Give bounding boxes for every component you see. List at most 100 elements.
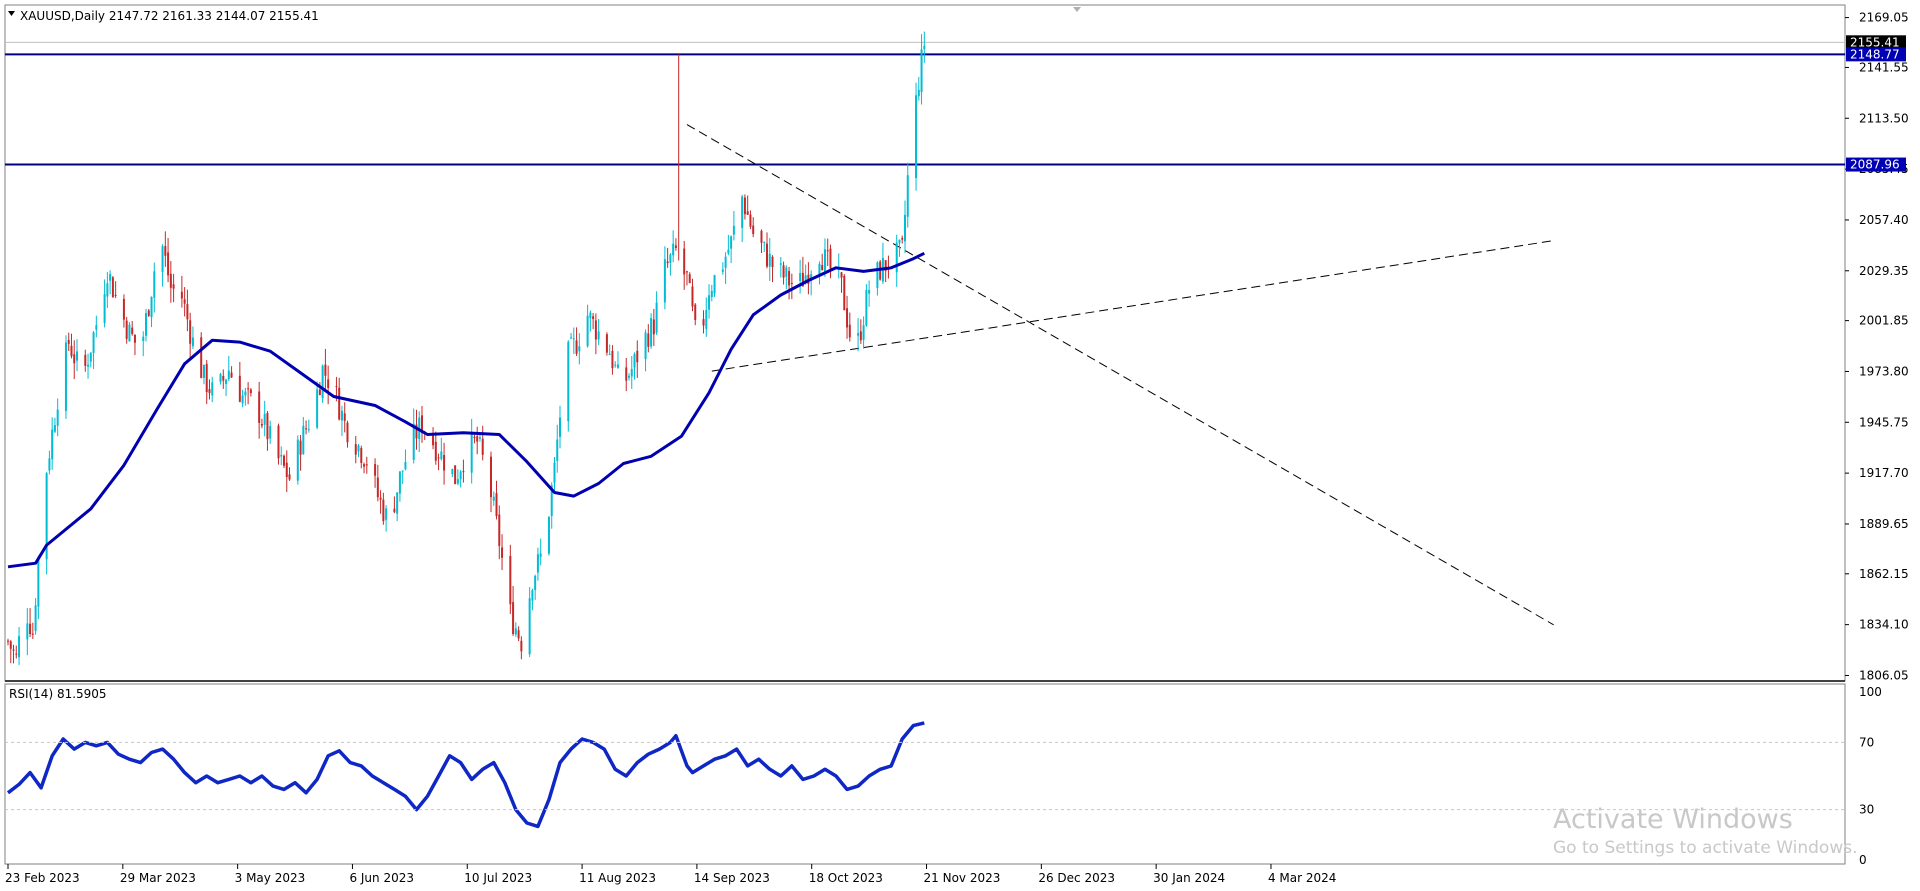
candle-body — [898, 239, 901, 243]
chart-background — [0, 0, 1920, 887]
candle-body — [572, 338, 575, 340]
candle-body — [476, 436, 479, 442]
candle-body — [501, 547, 504, 558]
candle-body — [95, 325, 98, 330]
candle-body — [567, 341, 570, 422]
candle-body — [547, 517, 550, 554]
candle-body — [917, 89, 920, 97]
candle-body — [570, 337, 573, 339]
candle-body — [122, 298, 125, 320]
price-badge-label: 2087.96 — [1850, 158, 1900, 172]
candle-body — [636, 350, 639, 363]
candle-body — [288, 474, 291, 480]
symbol-header: XAUUSD,Daily 2147.72 2161.33 2144.07 215… — [20, 9, 319, 23]
candle-body — [133, 334, 136, 343]
candle-body — [316, 389, 319, 428]
candle-body — [843, 275, 846, 311]
candle-body — [266, 413, 269, 440]
candle-body — [111, 277, 114, 298]
candle-body — [741, 196, 744, 228]
price-tick-label: 1917.70 — [1859, 466, 1909, 480]
candle-body — [340, 410, 343, 421]
candle-body — [685, 271, 688, 273]
candle-body — [125, 320, 128, 339]
candle-body — [614, 364, 617, 366]
candle-body — [790, 283, 793, 285]
candle-body — [528, 598, 531, 655]
candle-body — [763, 241, 766, 243]
candle-body — [34, 605, 37, 631]
candle-body — [594, 320, 597, 340]
candle-body — [103, 294, 106, 324]
candle-body — [611, 350, 614, 369]
date-tick-label: 21 Nov 2023 — [924, 871, 1001, 885]
candle-body — [492, 496, 495, 501]
candle-body — [498, 514, 501, 546]
date-tick-label: 29 Mar 2023 — [120, 871, 196, 885]
candle-body — [244, 391, 247, 396]
candle-body — [318, 389, 321, 396]
candle-body — [490, 456, 492, 498]
candle-body — [906, 175, 909, 217]
candle-body — [305, 428, 308, 430]
candle-body — [142, 336, 145, 341]
candle-body — [167, 252, 170, 276]
candle-body — [633, 353, 636, 368]
candle-body — [64, 342, 67, 411]
candle-body — [451, 469, 454, 475]
candle-body — [821, 265, 824, 271]
price-tick-label: 2113.50 — [1859, 111, 1909, 125]
candle-body — [200, 337, 203, 378]
candle-body — [799, 273, 802, 282]
price-badge-label: 2148.77 — [1850, 47, 1900, 61]
candle-body — [299, 440, 302, 455]
candle-body — [89, 352, 92, 362]
candle-body — [630, 368, 633, 377]
rsi-tick-label: 100 — [1859, 685, 1882, 699]
candle-body — [771, 256, 774, 268]
candle-body — [705, 309, 708, 329]
candle-body — [186, 304, 189, 320]
date-tick-label: 4 Mar 2024 — [1268, 871, 1336, 885]
candle-body — [374, 464, 377, 476]
candle-body — [363, 464, 366, 467]
candle-body — [327, 379, 330, 388]
chart-window[interactable]: 2169.052141.552113.502085.452057.402029.… — [0, 0, 1920, 887]
candle-body — [904, 214, 906, 242]
candle-body — [605, 334, 608, 353]
candle-body — [354, 444, 357, 455]
price-tick-label: 1973.80 — [1859, 364, 1909, 378]
candle-body — [663, 259, 666, 303]
candle-body — [338, 387, 341, 420]
candle-body — [48, 458, 51, 471]
candle-body — [230, 372, 233, 378]
candle-body — [876, 262, 879, 288]
candle-body — [650, 317, 653, 347]
candle-body — [495, 493, 498, 517]
date-tick-label: 14 Sep 2023 — [694, 871, 770, 885]
candle-body — [238, 375, 241, 402]
candle-body — [534, 575, 537, 591]
candle-body — [376, 477, 379, 498]
candle-body — [597, 331, 600, 340]
candle-body — [749, 214, 752, 227]
candle-body — [901, 237, 904, 240]
candle-body — [846, 308, 849, 328]
candle-body — [826, 250, 829, 252]
price-tick-label: 1889.65 — [1859, 517, 1909, 531]
candle-body — [150, 296, 153, 318]
candle-body — [357, 445, 360, 452]
candle-body — [280, 454, 283, 457]
candle-body — [307, 428, 310, 430]
candle-body — [365, 464, 368, 466]
candle-body — [713, 275, 716, 294]
candle-body — [285, 462, 288, 478]
candle-body — [578, 346, 581, 352]
candle-body — [517, 630, 520, 639]
candle-body — [702, 319, 705, 326]
candle-body — [29, 623, 32, 635]
date-tick-label: 23 Feb 2023 — [5, 871, 80, 885]
candle-body — [53, 425, 56, 432]
candle-body — [724, 256, 727, 268]
rsi-tick-label: 30 — [1859, 803, 1874, 817]
